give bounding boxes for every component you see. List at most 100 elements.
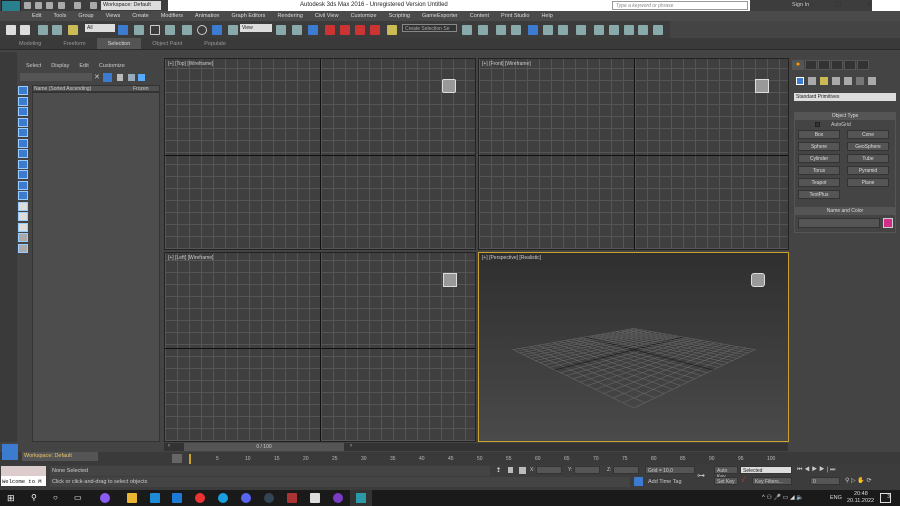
- app-purple-icon[interactable]: [333, 493, 343, 503]
- menu-rendering[interactable]: Rendering: [271, 11, 308, 21]
- systems-icon[interactable]: [868, 77, 876, 85]
- display-spacewarps-icon[interactable]: [18, 138, 28, 148]
- viewport-front[interactable]: [+] [Front] [Wireframe]: [478, 58, 789, 250]
- viewport-label[interactable]: [+] [Front] [Wireframe]: [482, 61, 531, 67]
- time-tag-icon[interactable]: [634, 477, 643, 486]
- torus-button[interactable]: Torus: [798, 166, 840, 175]
- geometry-icon[interactable]: [796, 77, 804, 85]
- set-key-button[interactable]: Set Key: [714, 477, 738, 485]
- start-icon[interactable]: ⊞: [7, 493, 15, 504]
- tray-icons[interactable]: ^ ⚇ 🎤 ▭ ◢ 🔈: [762, 494, 804, 501]
- scene-object-list[interactable]: [32, 92, 160, 442]
- display-containers-icon[interactable]: [18, 180, 28, 190]
- mail-icon[interactable]: [172, 493, 182, 503]
- x-coordinate-input[interactable]: [536, 466, 562, 474]
- filter-icon[interactable]: [103, 73, 112, 82]
- move-icon[interactable]: [182, 25, 192, 35]
- scene-explorer-icon[interactable]: [528, 25, 538, 35]
- undo-icon[interactable]: [58, 2, 65, 9]
- prev-frame-arrow-icon[interactable]: ‹: [168, 443, 170, 449]
- yandex-browser-icon[interactable]: [195, 493, 205, 503]
- display-shapes-icon[interactable]: [18, 96, 28, 106]
- display-groups-icon[interactable]: [18, 149, 28, 158]
- tab-object-paint[interactable]: Object Paint: [141, 38, 193, 49]
- new-icon[interactable]: [24, 2, 31, 9]
- explorer-workspace-dropdown[interactable]: Workspace: Default: [22, 452, 98, 461]
- ribbon-toggle-icon[interactable]: [511, 25, 521, 35]
- cortana-icon[interactable]: ○: [53, 493, 58, 502]
- current-frame-marker[interactable]: [189, 454, 191, 464]
- spinner-snap-icon[interactable]: [370, 25, 380, 35]
- menu-create[interactable]: Create: [126, 11, 155, 21]
- edit-named-selection-icon[interactable]: [387, 25, 397, 35]
- material-editor-icon[interactable]: [576, 25, 586, 35]
- reference-coordinate-dropdown[interactable]: View: [240, 24, 272, 32]
- teapot-button[interactable]: Teapot: [798, 178, 840, 187]
- keyboard-shortcut-icon[interactable]: [308, 25, 318, 35]
- key-tangent-icon[interactable]: √: [741, 477, 745, 484]
- lock-icon[interactable]: [117, 74, 123, 81]
- clock-date[interactable]: 20.11.2022: [847, 498, 874, 504]
- menu-help[interactable]: Help: [535, 11, 558, 21]
- selection-filter-dropdown[interactable]: All: [85, 24, 115, 32]
- key-mode-dropdown[interactable]: Selected: [740, 466, 792, 474]
- viewport-perspective[interactable]: [+] [Perspective] [Realistic]: [478, 252, 789, 442]
- object-color-swatch[interactable]: [883, 218, 893, 228]
- cylinder-button[interactable]: Cylinder: [798, 154, 840, 163]
- unlink-icon[interactable]: [52, 25, 62, 35]
- menu-print-studio[interactable]: Print Studio: [495, 11, 535, 21]
- tube-button[interactable]: Tube: [847, 154, 889, 163]
- explorer-menu-display[interactable]: Display: [51, 63, 69, 69]
- cinema4d-icon[interactable]: [264, 493, 274, 503]
- select-by-name-icon[interactable]: [134, 25, 144, 35]
- close-button[interactable]: ✕: [866, 1, 872, 9]
- rollout-header[interactable]: Name and Color: [795, 208, 895, 215]
- render-in-cloud-icon[interactable]: [653, 25, 663, 35]
- menu-tools[interactable]: Tools: [47, 11, 72, 21]
- viewport-label[interactable]: [+] [Top] [Wireframe]: [168, 61, 213, 67]
- menu-views[interactable]: Views: [100, 11, 127, 21]
- viewcube-icon[interactable]: [755, 79, 769, 93]
- discord-icon[interactable]: [241, 493, 251, 503]
- tab-modeling[interactable]: Modeling: [8, 38, 52, 49]
- viewcube-icon[interactable]: [443, 273, 457, 287]
- mirror-icon[interactable]: [462, 25, 472, 35]
- sync-selection-icon[interactable]: [18, 243, 28, 253]
- minimize-button[interactable]: –: [810, 1, 814, 8]
- layer-icon[interactable]: [138, 74, 145, 81]
- invert-display-icon[interactable]: [18, 222, 28, 232]
- menu-civil-view[interactable]: Civil View: [309, 11, 345, 21]
- next-frame-arrow-icon[interactable]: ›: [350, 443, 352, 449]
- render-iterative-icon[interactable]: [638, 25, 648, 35]
- time-slider-thumb[interactable]: 0 / 100: [184, 443, 344, 451]
- isolate-icon[interactable]: ❢: [496, 467, 501, 474]
- app-l-icon[interactable]: [150, 493, 160, 503]
- hierarchy-tab-icon[interactable]: [818, 60, 830, 70]
- display-helpers-icon[interactable]: [18, 128, 28, 137]
- maximize-button[interactable]: ❐: [835, 1, 841, 9]
- alice-icon[interactable]: [100, 493, 110, 503]
- menu-gameexporter[interactable]: GameExporter: [416, 11, 464, 21]
- notifications-icon[interactable]: 3: [880, 493, 891, 503]
- pivot-icon[interactable]: [276, 25, 286, 35]
- viewport-label[interactable]: [+] [Left] [Wireframe]: [168, 255, 213, 261]
- auto-key-button[interactable]: Auto Key: [714, 466, 738, 480]
- open-icon[interactable]: [35, 2, 42, 9]
- display-all-icon[interactable]: [18, 201, 28, 211]
- workspace-dropdown[interactable]: Workspace: Default: [101, 1, 161, 10]
- hierarchy-icon[interactable]: [128, 74, 135, 81]
- display-tab-icon[interactable]: [844, 60, 856, 70]
- box-button[interactable]: Box: [798, 130, 840, 139]
- space-warps-icon[interactable]: [856, 77, 864, 85]
- file-explorer-icon[interactable]: [127, 493, 137, 503]
- explorer-search-input[interactable]: [20, 73, 92, 81]
- explorer-menu-select[interactable]: Select: [26, 63, 41, 69]
- pyramid-button[interactable]: Pyramid: [847, 166, 889, 175]
- display-none-icon[interactable]: [18, 212, 28, 221]
- time-slider[interactable]: ‹ 0 / 100 ›: [164, 443, 788, 451]
- viewcube-icon[interactable]: [442, 79, 456, 93]
- layer-explorer-icon[interactable]: [496, 25, 506, 35]
- add-time-tag[interactable]: Add Time Tag: [648, 479, 682, 485]
- display-frozen-icon[interactable]: [18, 191, 28, 200]
- utilities-tab-icon[interactable]: [857, 60, 869, 70]
